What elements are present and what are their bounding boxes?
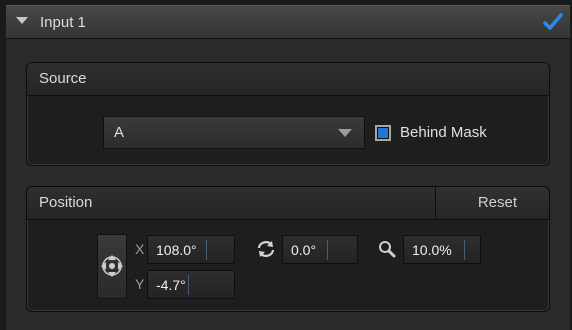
x-axis-label: X <box>135 241 145 257</box>
source-dropdown[interactable]: A <box>103 116 365 149</box>
move-arrows-icon <box>101 255 123 277</box>
source-group: Source A Behind Mask <box>26 62 550 166</box>
behind-mask-label[interactable]: Behind Mask <box>400 124 487 141</box>
value-marker <box>327 240 328 260</box>
zoom-icon <box>379 241 396 258</box>
value-marker <box>206 240 207 260</box>
checkmark-icon[interactable] <box>540 9 566 35</box>
value-marker <box>464 240 465 260</box>
y-axis-label: Y <box>135 276 145 292</box>
rotate-icon <box>257 241 275 257</box>
reset-button-label: Reset <box>477 194 517 211</box>
position-x-field[interactable]: 108.0° <box>147 235 235 264</box>
position-x-value: 108.0° <box>156 242 197 258</box>
position-y-field[interactable]: -4.7° <box>147 270 235 299</box>
position-y-value: -4.7° <box>156 277 186 293</box>
move-handle[interactable] <box>97 234 127 299</box>
zoom-value: 10.0% <box>412 242 452 258</box>
chevron-down-icon <box>338 129 352 137</box>
source-dropdown-value: A <box>114 124 125 141</box>
rotation-field[interactable]: 0.0° <box>282 235 358 264</box>
panel-frame: Input 1 Source A Behind Mask Position Re… <box>0 0 572 330</box>
reset-button[interactable]: Reset <box>435 187 549 219</box>
value-marker <box>188 275 189 295</box>
rotation-value: 0.0° <box>291 242 317 258</box>
panel-title: Input 1 <box>40 14 86 31</box>
source-label: Source <box>39 70 87 87</box>
position-group: Position Reset X Y 108.0° -4.7° 0.0° 10.… <box>26 186 550 312</box>
collapse-caret-icon[interactable] <box>16 17 28 24</box>
input-panel-header[interactable]: Input 1 <box>6 5 570 39</box>
zoom-field[interactable]: 10.0% <box>403 235 481 264</box>
source-group-header: Source <box>27 63 549 96</box>
behind-mask-checkbox[interactable] <box>375 125 391 141</box>
position-label: Position <box>39 194 93 211</box>
position-group-header: Position Reset <box>27 187 549 220</box>
